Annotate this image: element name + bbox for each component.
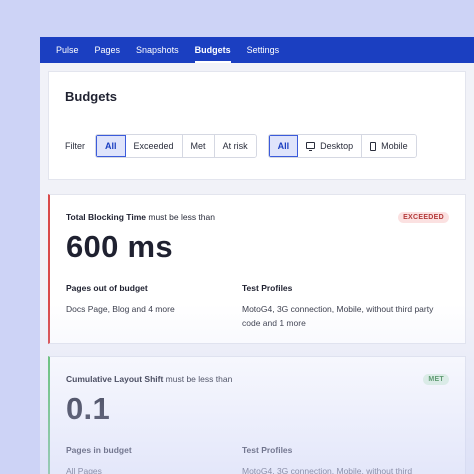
budget-metric-line: Total Blocking Time must be less than — [66, 212, 449, 222]
budget-metric-line: Cumulative Layout Shift must be less tha… — [66, 374, 449, 384]
top-nav: Pulse Pages Snapshots Budgets Settings — [40, 37, 474, 63]
budgets-header-card: Budgets Filter All Exceeded Met At risk … — [48, 71, 466, 180]
budget-card-cls[interactable]: Cumulative Layout Shift must be less tha… — [48, 356, 466, 474]
filter-bar: Filter All Exceeded Met At risk All Desk… — [65, 134, 449, 158]
tab-snapshots[interactable]: Snapshots — [128, 37, 187, 63]
status-filter-all[interactable]: All — [96, 135, 126, 157]
profiles-title: Test Profiles — [242, 445, 293, 455]
status-filter-met[interactable]: Met — [182, 135, 215, 157]
desktop-icon — [306, 141, 316, 151]
tab-pulse[interactable]: Pulse — [48, 37, 87, 63]
main-content: Budgets Filter All Exceeded Met At risk … — [40, 63, 474, 474]
app-window: Pulse Pages Snapshots Budgets Settings B… — [40, 37, 474, 474]
tab-budgets[interactable]: Budgets — [187, 37, 239, 63]
profiles-text: MotoG4, 3G connection, Mobile, without t… — [242, 466, 413, 474]
budget-details: Pages out of budget Docs Page, Blog and … — [66, 283, 449, 330]
device-filter-mobile[interactable]: Mobile — [362, 135, 416, 157]
device-filter-all[interactable]: All — [268, 135, 299, 157]
profiles-column: Test Profiles MotoG4, 3G connection, Mob… — [242, 283, 442, 330]
tab-settings[interactable]: Settings — [239, 37, 288, 63]
pages-column: Pages in budget All Pages — [66, 445, 242, 474]
filter-label: Filter — [65, 141, 85, 151]
profiles-column: Test Profiles MotoG4, 3G connection, Mob… — [242, 445, 442, 474]
pages-column: Pages out of budget Docs Page, Blog and … — [66, 283, 242, 330]
status-filter-at-risk[interactable]: At risk — [214, 135, 256, 157]
pages-title: Pages out of budget — [66, 283, 148, 293]
budget-details: Pages in budget All Pages Test Profiles … — [66, 445, 449, 474]
profiles-title: Test Profiles — [242, 283, 293, 293]
budget-value: 600 ms — [66, 229, 173, 264]
device-filter-desktop[interactable]: Desktop — [298, 135, 363, 157]
pages-title: Pages in budget — [66, 445, 132, 455]
status-badge: MET — [423, 374, 449, 385]
budget-metric-name: Total Blocking Time — [66, 212, 146, 222]
status-filter-exceeded[interactable]: Exceeded — [125, 135, 183, 157]
profiles-text: MotoG4, 3G connection, Mobile, without t… — [242, 304, 434, 328]
status-filter-group: All Exceeded Met At risk — [95, 134, 257, 158]
budget-card-tbt[interactable]: Total Blocking Time must be less than EX… — [48, 194, 466, 344]
page-title: Budgets — [65, 89, 117, 104]
pages-text: Docs Page, Blog and 4 more — [66, 304, 175, 314]
pages-text: All Pages — [66, 466, 102, 474]
mobile-icon — [370, 141, 377, 151]
status-badge: EXCEEDED — [398, 212, 449, 223]
budget-condition: must be less than — [165, 374, 233, 384]
budget-metric-name: Cumulative Layout Shift — [66, 374, 164, 384]
budget-condition: must be less than — [148, 212, 215, 222]
device-filter-mobile-label: Mobile — [381, 141, 408, 151]
device-filter-group: All Desktop Mobile — [267, 134, 417, 158]
device-filter-desktop-label: Desktop — [320, 141, 354, 151]
tab-pages[interactable]: Pages — [87, 37, 129, 63]
budget-value: 0.1 — [66, 391, 110, 426]
